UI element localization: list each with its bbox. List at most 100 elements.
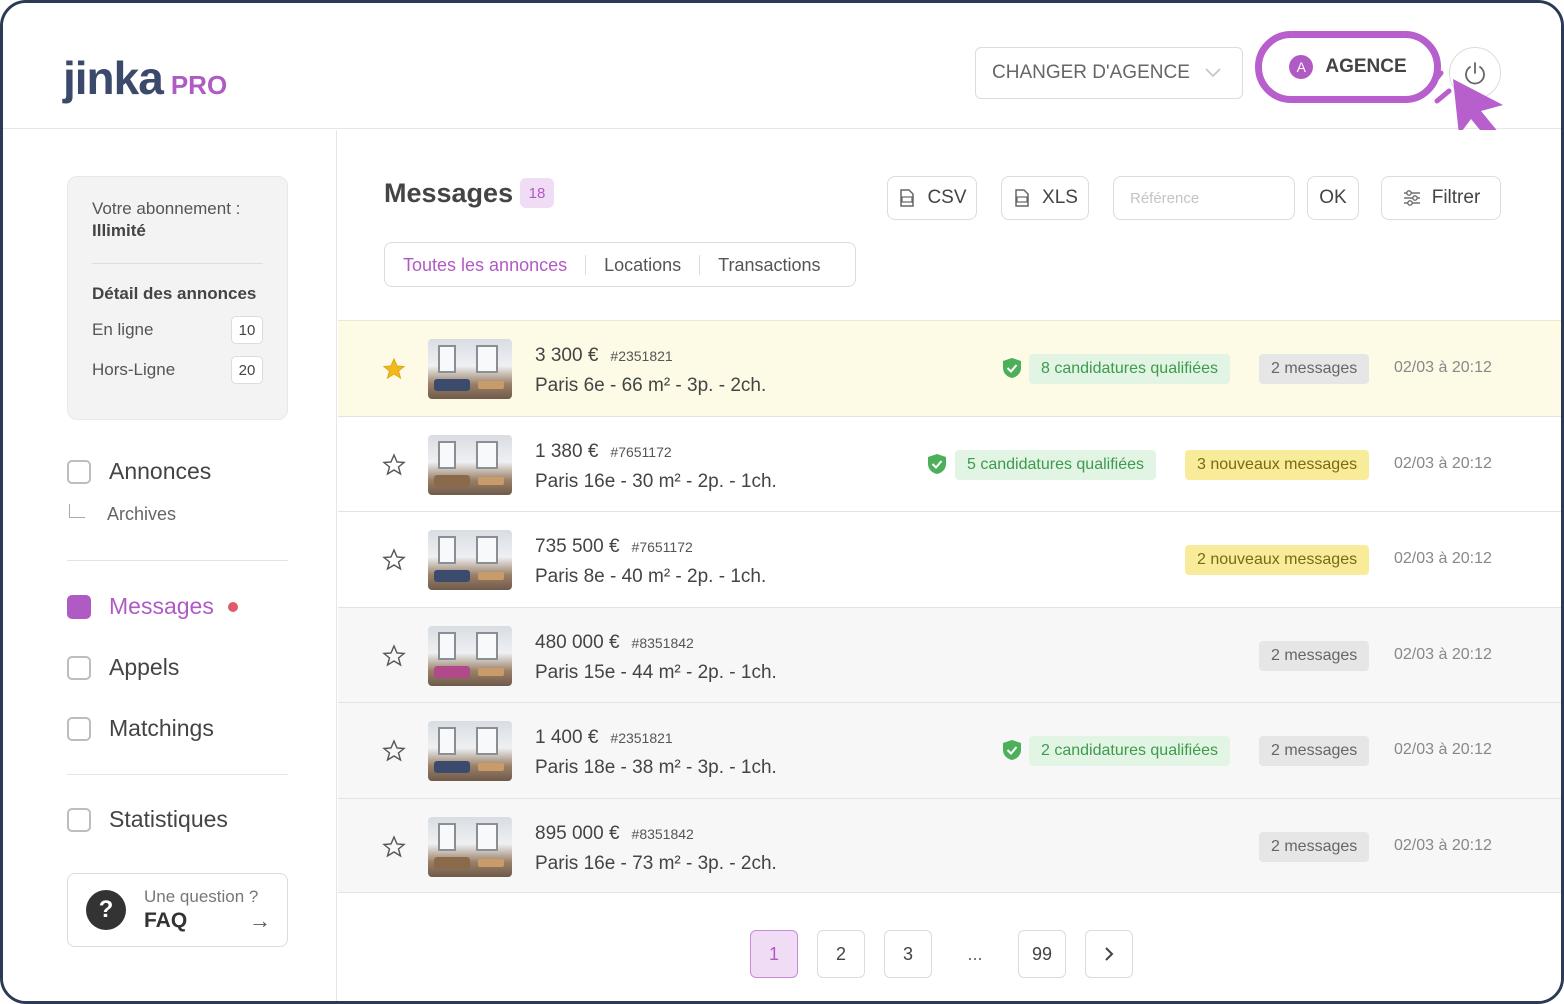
listing-thumbnail [428, 339, 512, 399]
table-row[interactable]: 1 400 € #2351821 Paris 18e - 38 m² - 3p. … [338, 702, 1561, 798]
app-window: jinka PRO CHANGER D'AGENCE A AGENCE Votr… [0, 0, 1564, 1004]
sidebar-item-messages[interactable]: Messages [67, 593, 238, 620]
sidebar: Votre abonnement : Illimité Détail des a… [3, 130, 337, 1001]
faq-question: Une question ? [144, 887, 259, 906]
offline-row: Hors-Ligne 20 [92, 356, 263, 384]
tree-elbow-icon [69, 503, 85, 518]
page-button-last[interactable]: 99 [1018, 930, 1066, 978]
star-icon[interactable] [382, 739, 406, 763]
listing-price: 3 300 € [535, 345, 599, 366]
table-row[interactable]: 895 000 € #8351842 Paris 16e - 73 m² - 3p… [338, 797, 1561, 893]
messages-list: 3 300 € #2351821 Paris 6e - 66 m² - 3p. -… [338, 320, 1561, 893]
checkbox-icon [67, 807, 91, 832]
filter-label: Filtrer [1431, 187, 1481, 208]
agency-button-label: AGENCE [1325, 56, 1407, 77]
qualified-badge: 5 candidatures qualifiées [955, 449, 1157, 480]
agency-avatar: A [1289, 55, 1314, 79]
table-row[interactable]: 735 500 € #7651172 Paris 8e - 40 m² - 2p.… [338, 511, 1561, 607]
listing-price-line: 1 400 € #2351821 [535, 727, 673, 749]
change-agency-label: CHANGER D'AGENCE [992, 62, 1190, 83]
sidebar-item-archives[interactable]: Archives [69, 503, 176, 525]
checkbox-icon [67, 459, 91, 484]
messages-badge: 2 messages [1259, 831, 1370, 862]
divider [67, 560, 288, 561]
tab-all[interactable]: Toutes les annonces [401, 255, 585, 275]
online-label: En ligne [92, 320, 154, 339]
shield-check-icon [928, 453, 946, 474]
sidebar-item-label: Annonces [109, 458, 212, 484]
messages-count-badge: 18 [520, 178, 554, 208]
table-row[interactable]: 1 380 € #7651172 Paris 16e - 30 m² - 2p. … [338, 415, 1561, 511]
listing-thumbnail [428, 721, 512, 781]
top-header: jinka PRO CHANGER D'AGENCE A AGENCE [3, 3, 1561, 141]
change-agency-select[interactable]: CHANGER D'AGENCE [975, 47, 1243, 99]
listing-price: 895 000 € [535, 822, 620, 844]
offline-count: 20 [231, 356, 263, 384]
listing-ref: #7651172 [610, 443, 672, 460]
listing-date: 02/03 à 20:12 [1394, 550, 1492, 567]
export-xls-button[interactable]: XLS [1001, 176, 1089, 220]
listing-ref: #2351821 [610, 730, 673, 746]
listing-date: 02/03 à 20:12 [1394, 741, 1492, 758]
listing-location: Paris 8e - 40 m² - 2p. - 1ch. [535, 566, 767, 587]
star-icon[interactable] [382, 357, 406, 381]
faq-card[interactable]: ? Une question ? FAQ → [67, 873, 288, 947]
page-button-3[interactable]: 3 [884, 930, 932, 978]
reference-input[interactable] [1113, 176, 1295, 220]
tab-transactions[interactable]: Transactions [699, 254, 838, 275]
sidebar-item-appels[interactable]: Appels [67, 654, 179, 681]
export-csv-button[interactable]: CSV [887, 176, 977, 220]
sidebar-item-label: Statistiques [109, 806, 228, 832]
chevron-right-icon [1105, 947, 1114, 961]
logo-suffix: PRO [170, 70, 228, 100]
arrow-right-icon: → [249, 908, 271, 933]
next-page-button[interactable] [1085, 930, 1133, 978]
sidebar-item-statistiques[interactable]: Statistiques [67, 806, 228, 833]
faq-label: FAQ [144, 909, 188, 932]
divider [67, 774, 288, 775]
agency-account-button[interactable]: A AGENCE [1255, 31, 1441, 103]
online-count: 10 [231, 316, 263, 344]
sidebar-item-label: Messages [109, 593, 214, 619]
page-button-1[interactable]: 1 [750, 930, 798, 978]
sidebar-item-label: Appels [109, 654, 180, 680]
listing-ref: #7651172 [631, 539, 693, 555]
listing-thumbnail [428, 530, 512, 590]
ok-button[interactable]: OK [1307, 176, 1359, 220]
notification-dot [227, 601, 238, 612]
star-icon[interactable] [382, 548, 406, 572]
listing-price-line: 895 000 € #8351842 [535, 823, 694, 845]
sidebar-item-annonces[interactable]: Annonces [67, 458, 211, 485]
listing-ref: #8351842 [631, 825, 694, 842]
messages-badge: 2 messages [1259, 736, 1370, 766]
shield-check-icon [1003, 740, 1021, 760]
new-messages-badge: 2 nouveaux messages [1185, 545, 1370, 575]
table-row[interactable]: 3 300 € #2351821 Paris 6e - 66 m² - 3p. -… [338, 320, 1561, 416]
listing-location: Paris 15e - 44 m² - 2p. - 1ch. [535, 661, 777, 683]
checkbox-icon [67, 594, 91, 619]
ok-label: OK [1319, 187, 1347, 208]
new-messages-badge: 3 nouveaux messages [1185, 449, 1370, 480]
listing-date: 02/03 à 20:12 [1394, 836, 1492, 854]
listing-location: Paris 16e - 73 m² - 3p. - 2ch. [535, 852, 777, 874]
listing-thumbnail [428, 434, 512, 495]
listing-location: Paris 18e - 38 m² - 3p. - 1ch. [535, 757, 777, 778]
listing-price: 735 500 € [535, 536, 620, 557]
star-icon[interactable] [382, 643, 406, 668]
logo[interactable]: jinka PRO [63, 51, 227, 105]
star-icon[interactable] [382, 834, 406, 859]
sidebar-item-matchings[interactable]: Matchings [67, 715, 214, 742]
chevron-down-icon [1205, 68, 1221, 78]
listing-date: 02/03 à 20:12 [1394, 645, 1492, 663]
messages-badge: 2 messages [1259, 354, 1370, 384]
subscription-label: Votre abonnement : [92, 199, 241, 218]
listing-price: 1 400 € [535, 727, 599, 748]
star-icon[interactable] [382, 452, 406, 477]
tab-locations[interactable]: Locations [585, 254, 699, 275]
filter-button[interactable]: Filtrer [1381, 176, 1501, 220]
page-button-2[interactable]: 2 [817, 930, 865, 978]
table-row[interactable]: 480 000 € #8351842 Paris 15e - 44 m² - 2p… [338, 606, 1561, 702]
pagination: 1 2 3 ... 99 [750, 930, 1152, 978]
qualified-badge: 2 candidatures qualifiées [1029, 736, 1231, 766]
logo-brand: jinka [63, 52, 164, 104]
